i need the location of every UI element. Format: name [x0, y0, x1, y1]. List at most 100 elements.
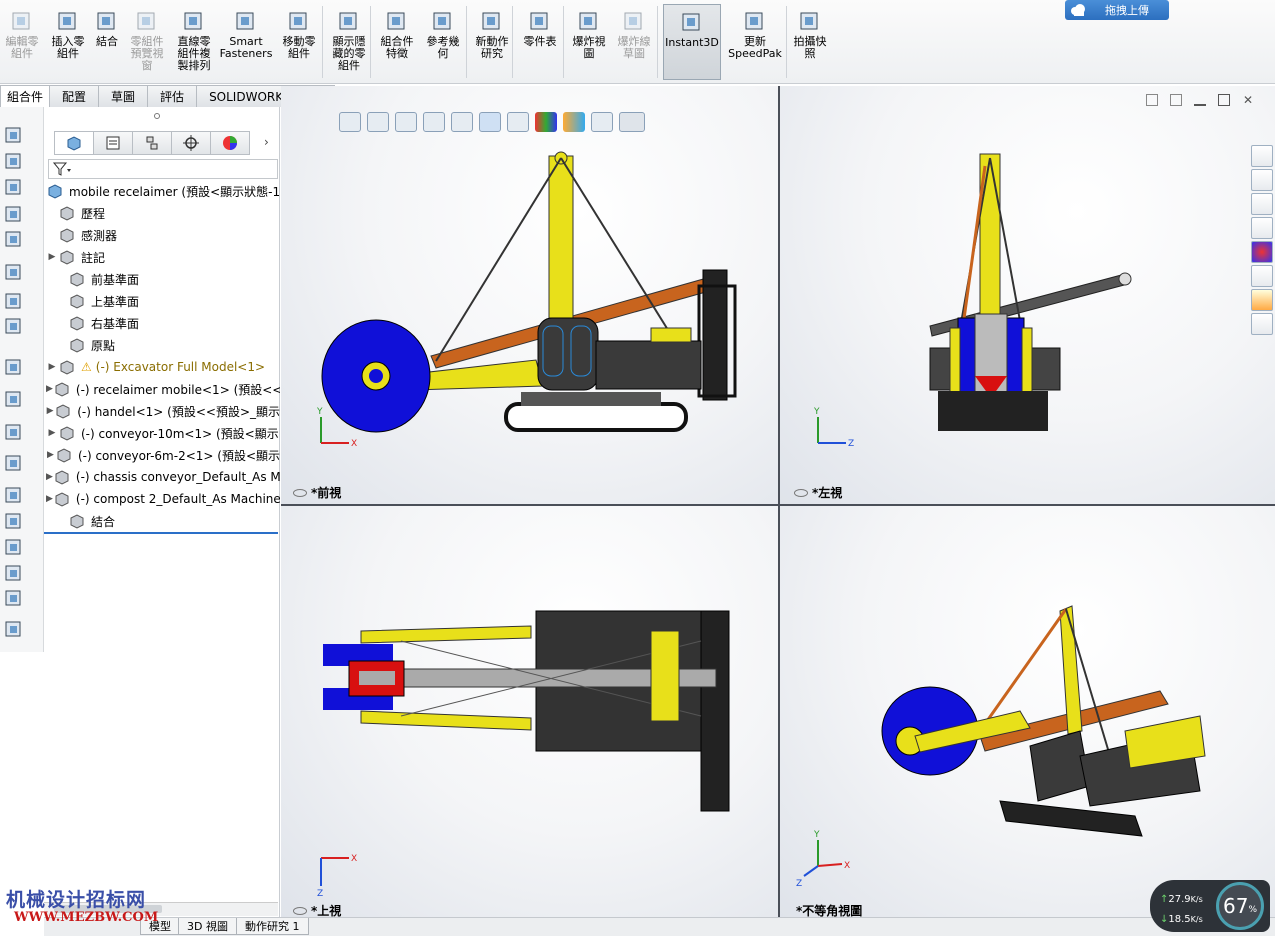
instant3d-tool-icon[interactable]	[4, 619, 24, 639]
file-explorer-icon[interactable]	[1251, 193, 1273, 215]
custom-properties-icon[interactable]	[1251, 265, 1273, 287]
tree-item[interactable]: 右基準面	[44, 312, 280, 334]
explode-tool-icon[interactable]	[4, 422, 24, 442]
property-manager-tab[interactable]	[93, 131, 133, 155]
explode-line-tool-icon[interactable]	[4, 453, 24, 473]
new-motion-study-button[interactable]: 新動作 研究	[470, 4, 514, 80]
viewport-top[interactable]: X Z *上視	[281, 506, 778, 917]
edit-tool-icon[interactable]	[4, 204, 24, 224]
tree-item[interactable]: ▶ 註記	[44, 246, 280, 268]
restore-icon[interactable]	[1218, 94, 1230, 106]
exploded-view-button[interactable]: 爆炸視 圖	[568, 4, 610, 80]
display-style-icon[interactable]	[479, 112, 501, 132]
tree-item[interactable]: ▶ (-) compost 2_Default_As Machine	[44, 488, 280, 510]
move-component-button[interactable]: 移動零 組件	[276, 4, 322, 80]
bom-tool-icon[interactable]	[4, 389, 24, 409]
tree-item[interactable]: ▶ (-) conveyor-6m-2<1> (預設<顯示	[44, 444, 280, 466]
tree-item[interactable]: 原點	[44, 334, 280, 356]
viewport-left[interactable]: Y Z ✕ *左視	[780, 86, 1275, 504]
mate-button[interactable]: 結合	[92, 4, 122, 80]
zoom-to-fit-icon[interactable]	[339, 112, 361, 132]
tab-1[interactable]: 配置	[49, 85, 100, 107]
show-hidden-tool-icon[interactable]	[4, 262, 24, 282]
minimize-icon[interactable]	[1194, 94, 1206, 106]
viewport-splitter-horizontal[interactable]	[281, 504, 1275, 506]
tree-item[interactable]: 結合	[44, 510, 280, 532]
reference-geometry-button[interactable]: 參考幾 何	[422, 4, 464, 80]
expand-arrow-icon[interactable]: ▶	[46, 362, 58, 372]
component-preview-button[interactable]: 零組件 預覽視 窗	[127, 4, 167, 80]
edit-appearance-icon[interactable]	[535, 112, 557, 132]
move-tool-icon[interactable]	[4, 229, 24, 249]
viewport-splitter-vertical[interactable]	[778, 86, 780, 917]
dimxpert-manager-tab[interactable]	[171, 131, 211, 155]
motion-tool-icon[interactable]	[4, 357, 24, 377]
tree-root-assembly[interactable]: mobile recelaimer (預設<顯示狀態-1>	[44, 180, 280, 202]
network-speed-widget[interactable]: ↑27.9K/s ↓18.5K/s 67%	[1150, 880, 1270, 932]
expand-arrow-icon[interactable]: ▶	[46, 428, 58, 438]
clearance-tool-icon[interactable]	[4, 511, 24, 531]
insert-component-button[interactable]: 插入零 組件	[47, 4, 89, 80]
feature-manager-tab[interactable]	[54, 131, 94, 155]
insert-component-tool-icon[interactable]	[4, 125, 24, 145]
hide-show-items-icon[interactable]	[507, 112, 529, 132]
interference-tool-icon[interactable]	[4, 485, 24, 505]
tree-item[interactable]: ▶ (-) recelaimer mobile<1> (預設<<	[44, 378, 280, 400]
rollback-bar[interactable]	[44, 532, 278, 534]
reference-tool-icon[interactable]	[4, 316, 24, 336]
measure-tool-icon[interactable]	[4, 563, 24, 583]
tree-item[interactable]: 歷程	[44, 202, 280, 224]
tree-item[interactable]: ▶ ⚠ (-) Excavator Full Model<1>	[44, 356, 280, 378]
expand-arrow-icon[interactable]: ▶	[46, 252, 58, 262]
view-palette-icon[interactable]	[1251, 217, 1273, 239]
close-icon[interactable]: ✕	[1242, 94, 1254, 106]
tab-2[interactable]: 草圖	[98, 85, 149, 107]
drag-upload-button[interactable]: 拖拽上傳	[1065, 0, 1169, 20]
section-view-icon[interactable]	[423, 112, 445, 132]
viewport-isometric[interactable]: Y X Z *不等角視圖	[780, 506, 1275, 917]
tree-item[interactable]: ▶ (-) conveyor-10m<1> (預設<顯示	[44, 422, 280, 444]
edit-component-button[interactable]: 編輯零 組件	[2, 4, 42, 80]
tree-item[interactable]: ▶ (-) chassis conveyor_Default_As M	[44, 466, 280, 488]
expand-arrow-icon[interactable]: ▶	[46, 384, 53, 394]
configuration-manager-tab[interactable]	[132, 131, 172, 155]
expand-arrow-icon[interactable]: ▶	[46, 406, 54, 416]
expand-arrow-icon[interactable]: ▶	[46, 472, 53, 482]
solidworks-resources-icon[interactable]	[1251, 145, 1273, 167]
assembly-features-button[interactable]: 組合件 特徵	[375, 4, 419, 80]
previous-view-icon[interactable]	[395, 112, 417, 132]
snapshot-button[interactable]: 拍攝快 照	[790, 4, 830, 80]
display-manager-tab[interactable]	[210, 131, 250, 155]
speedpak-button[interactable]: 更新 SpeedPak	[728, 4, 782, 80]
linear-pattern-button[interactable]: 直線零 組件複 製排列	[172, 4, 216, 80]
tree-item[interactable]: 感測器	[44, 224, 280, 246]
tab-3[interactable]: 評估	[147, 85, 198, 107]
bottom-tab-2[interactable]: 動作研究 1	[236, 918, 309, 935]
design-library-icon[interactable]	[1251, 169, 1273, 191]
assembly-feature-tool-icon[interactable]	[4, 291, 24, 311]
mate-tool-icon[interactable]	[4, 151, 24, 171]
previous-pane-icon[interactable]	[1146, 94, 1158, 106]
viewport-front[interactable]: Y X *前視	[281, 86, 778, 504]
instant3d-button[interactable]: Instant3D	[663, 4, 721, 80]
show-hidden-button[interactable]: 顯示隱 藏的零 組件	[325, 4, 373, 80]
expand-arrow-icon[interactable]: ▶	[46, 494, 53, 504]
next-pane-icon[interactable]	[1170, 94, 1182, 106]
smart-fasteners-button[interactable]: Smart Fasteners	[218, 4, 274, 80]
expand-arrow-icon[interactable]: ▶	[46, 450, 55, 460]
apply-scene-icon[interactable]	[563, 112, 585, 132]
pattern-tool-icon[interactable]	[4, 177, 24, 197]
tree-item[interactable]: 前基準面	[44, 268, 280, 290]
tree-item[interactable]: ▶ (-) handel<1> (預設<<預設>_顯示	[44, 400, 280, 422]
filter-field[interactable]	[48, 159, 278, 179]
appearances-icon[interactable]	[1251, 241, 1273, 263]
panel-grip-icon[interactable]	[154, 113, 160, 119]
explode-line-sketch-button[interactable]: 爆炸線 草圖	[613, 4, 655, 80]
appearance-tool-icon[interactable]	[4, 588, 24, 608]
tree-item[interactable]: 上基準面	[44, 290, 280, 312]
bottom-tab-1[interactable]: 3D 視圖	[178, 918, 237, 935]
tab-0[interactable]: 組合件	[0, 85, 51, 107]
comments-icon[interactable]	[1251, 313, 1273, 335]
solidworks-forum-icon[interactable]	[1251, 289, 1273, 311]
view-orientation-icon[interactable]	[451, 112, 473, 132]
